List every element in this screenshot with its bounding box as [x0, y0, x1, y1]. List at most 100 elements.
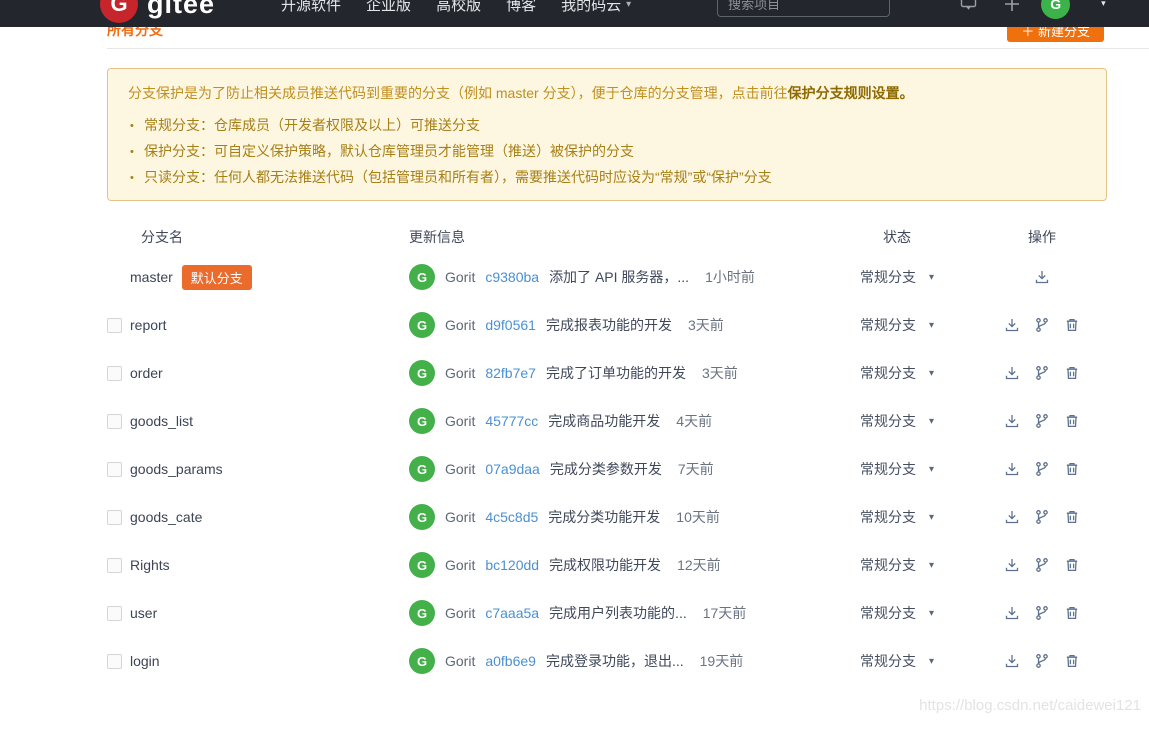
- merge-branch-button[interactable]: [1034, 413, 1050, 429]
- nav-item-label: 博客: [506, 0, 536, 15]
- commit-hash-link[interactable]: 07a9daa: [485, 461, 540, 477]
- nav-item[interactable]: 我的码云 ▾: [561, 0, 631, 15]
- commit-hash-link[interactable]: c7aaa5a: [485, 605, 539, 621]
- gitee-logo-icon: G: [100, 0, 138, 23]
- branch-checkbox[interactable]: [107, 558, 122, 573]
- protection-rules-link[interactable]: 保护分支规则设置。: [788, 85, 914, 101]
- branch-checkbox[interactable]: [107, 318, 122, 333]
- author-avatar[interactable]: G: [409, 552, 435, 578]
- commit-hash-link[interactable]: d9f0561: [485, 317, 536, 333]
- author-avatar[interactable]: G: [409, 264, 435, 290]
- branch-status-dropdown[interactable]: 常规分支 ▾: [860, 507, 934, 527]
- commit-hash-link[interactable]: 45777cc: [485, 413, 538, 429]
- branch-name-link[interactable]: goods_params: [130, 461, 223, 477]
- merge-branch-button[interactable]: [1034, 557, 1050, 573]
- commit-time: 10天前: [676, 507, 720, 527]
- delete-branch-button[interactable]: [1064, 413, 1080, 429]
- gitee-logo[interactable]: G gitee: [100, 0, 215, 23]
- download-branch-button[interactable]: [1004, 365, 1020, 381]
- author-name: Gorit: [445, 269, 475, 285]
- merge-branch-button[interactable]: [1034, 653, 1050, 669]
- author-name: Gorit: [445, 413, 475, 429]
- delete-branch-button[interactable]: [1064, 461, 1080, 477]
- commit-time: 19天前: [700, 651, 744, 671]
- user-avatar[interactable]: G: [1041, 0, 1070, 19]
- branch-name-link[interactable]: login: [130, 653, 160, 669]
- search-input[interactable]: [717, 0, 890, 17]
- branch-status-dropdown[interactable]: 常规分支 ▾: [860, 363, 934, 383]
- delete-branch-button[interactable]: [1064, 365, 1080, 381]
- merge-branch-button[interactable]: [1034, 509, 1050, 525]
- branch-name-link[interactable]: user: [130, 605, 157, 621]
- notice-bullet: 常规分支：仓库成员（开发者权限及以上）可推送分支: [128, 112, 1086, 138]
- download-branch-button[interactable]: [1034, 269, 1050, 285]
- merge-branch-button[interactable]: [1034, 317, 1050, 333]
- branch-status-dropdown[interactable]: 常规分支 ▾: [860, 459, 934, 479]
- delete-branch-button[interactable]: [1064, 509, 1080, 525]
- branch-status-dropdown[interactable]: 常规分支 ▾: [860, 267, 934, 287]
- nav-item-label: 高校版: [436, 0, 481, 15]
- download-branch-button[interactable]: [1004, 605, 1020, 621]
- commit-message: 完成了订单功能的开发: [546, 363, 686, 383]
- branch-name-link[interactable]: Rights: [130, 557, 170, 573]
- commit-hash-link[interactable]: 82fb7e7: [485, 365, 536, 381]
- author-avatar[interactable]: G: [409, 456, 435, 482]
- branch-checkbox[interactable]: [107, 462, 122, 477]
- author-avatar[interactable]: G: [409, 312, 435, 338]
- notifications-icon[interactable]: [960, 0, 977, 12]
- branch-status-dropdown[interactable]: 常规分支 ▾: [860, 315, 934, 335]
- download-branch-button[interactable]: [1004, 509, 1020, 525]
- branch-name-link[interactable]: order: [130, 365, 163, 381]
- branch-checkbox[interactable]: [107, 606, 122, 621]
- merge-branch-button[interactable]: [1034, 365, 1050, 381]
- branch-status-dropdown[interactable]: 常规分支 ▾: [860, 411, 934, 431]
- branch-name-link[interactable]: goods_list: [130, 413, 193, 429]
- avatar-chevron-down-icon[interactable]: ▾: [1101, 0, 1106, 9]
- delete-branch-button[interactable]: [1064, 317, 1080, 333]
- commit-hash-link[interactable]: bc120dd: [485, 557, 539, 573]
- commit-message: 完成分类功能开发: [548, 507, 660, 527]
- nav-item[interactable]: 博客: [506, 0, 536, 15]
- download-branch-button[interactable]: [1004, 557, 1020, 573]
- branch-name-link[interactable]: goods_cate: [130, 509, 202, 525]
- author-avatar[interactable]: G: [409, 408, 435, 434]
- download-branch-button[interactable]: [1004, 317, 1020, 333]
- branch-status-dropdown[interactable]: 常规分支 ▾: [860, 555, 934, 575]
- branch-status-dropdown[interactable]: 常规分支 ▾: [860, 651, 934, 671]
- branch-status-value: 常规分支: [860, 411, 916, 431]
- merge-branch-button[interactable]: [1034, 461, 1050, 477]
- table-row: user G Gorit c7aaa5a 完成用户列表功能的... 17天前 常…: [107, 589, 1107, 637]
- nav-item[interactable]: 企业版: [366, 0, 411, 15]
- download-branch-button[interactable]: [1004, 413, 1020, 429]
- branch-checkbox[interactable]: [107, 654, 122, 669]
- nav-item[interactable]: 高校版: [436, 0, 481, 15]
- branch-status-dropdown[interactable]: 常规分支 ▾: [860, 603, 934, 623]
- author-name: Gorit: [445, 557, 475, 573]
- chevron-down-icon: ▾: [626, 0, 631, 10]
- notice-bullet: 保护分支：可自定义保护策略，默认仓库管理员才能管理（推送）被保护的分支: [128, 138, 1086, 164]
- plus-icon[interactable]: [1004, 0, 1020, 12]
- download-branch-button[interactable]: [1004, 653, 1020, 669]
- branch-checkbox[interactable]: [107, 510, 122, 525]
- branch-status-value: 常规分支: [860, 459, 916, 479]
- branch-name-link[interactable]: master: [130, 269, 173, 285]
- commit-hash-link[interactable]: c9380ba: [485, 269, 539, 285]
- download-branch-button[interactable]: [1004, 461, 1020, 477]
- delete-branch-button[interactable]: [1064, 557, 1080, 573]
- commit-hash-link[interactable]: 4c5c8d5: [485, 509, 538, 525]
- author-avatar[interactable]: G: [409, 648, 435, 674]
- author-avatar[interactable]: G: [409, 504, 435, 530]
- merge-branch-button[interactable]: [1034, 605, 1050, 621]
- branch-checkbox[interactable]: [107, 366, 122, 381]
- delete-branch-button[interactable]: [1064, 605, 1080, 621]
- branch-name-link[interactable]: report: [130, 317, 167, 333]
- table-row: order G Gorit 82fb7e7 完成了订单功能的开发 3天前 常规分…: [107, 349, 1107, 397]
- branch-status-value: 常规分支: [860, 315, 916, 335]
- branch-checkbox[interactable]: [107, 414, 122, 429]
- author-avatar[interactable]: G: [409, 360, 435, 386]
- delete-branch-button[interactable]: [1064, 653, 1080, 669]
- nav-item-label: 我的码云: [561, 0, 621, 15]
- nav-item[interactable]: 开源软件: [281, 0, 341, 15]
- commit-hash-link[interactable]: a0fb6e9: [485, 653, 536, 669]
- author-avatar[interactable]: G: [409, 600, 435, 626]
